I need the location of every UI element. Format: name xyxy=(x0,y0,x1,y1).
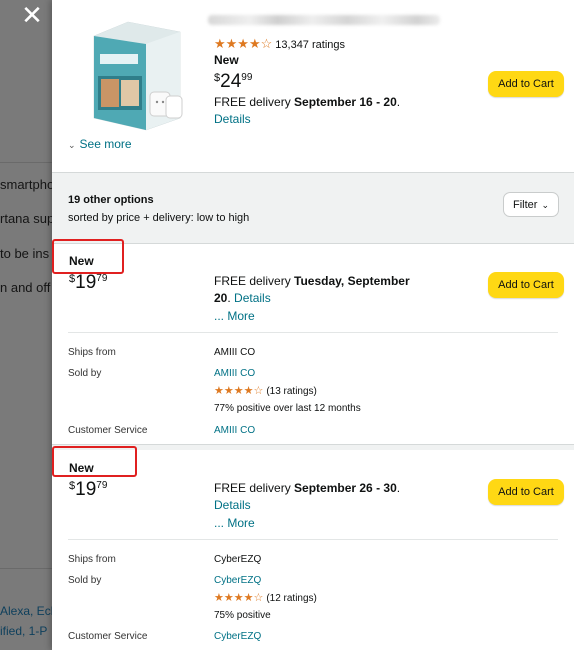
options-count: 19 other options xyxy=(68,194,154,206)
divider xyxy=(68,539,558,540)
delivery-suffix: . xyxy=(396,95,401,109)
offer-price: $1979 xyxy=(69,272,107,294)
close-icon[interactable]: ✕ xyxy=(20,2,44,28)
ships-from-value: CyberEZQ xyxy=(214,554,262,565)
delivery-prefix: FREE delivery xyxy=(214,274,295,288)
delivery-dates: Tuesday, September xyxy=(294,274,410,288)
star-rating-icon: ★★★★☆ xyxy=(214,385,264,397)
price-whole: 19 xyxy=(75,272,97,293)
offer-condition: New xyxy=(214,53,239,67)
background-text: smartpho xyxy=(0,177,55,192)
price-fraction: 79 xyxy=(96,480,108,491)
customer-service-link[interactable]: CyberEZQ xyxy=(214,631,261,642)
price-fraction: 99 xyxy=(241,72,253,83)
ships-from-value: AMIII CO xyxy=(214,347,256,358)
add-to-cart-button[interactable]: Add to Cart xyxy=(488,272,564,298)
filter-button[interactable]: Filter ⌄ xyxy=(503,192,559,217)
delivery-dates: 20 xyxy=(214,291,228,305)
background-text: to be ins xyxy=(0,246,50,261)
product-title-blurred xyxy=(208,15,440,25)
product-image[interactable] xyxy=(88,14,186,132)
star-rating-icon: ★★★★☆ xyxy=(214,36,273,51)
product-rating[interactable]: ★★★★☆ 13,347 ratings xyxy=(214,36,345,52)
details-link[interactable]: Details xyxy=(214,498,251,512)
options-sort-label: sorted by price + delivery: low to high xyxy=(68,212,250,224)
delivery-suffix: . xyxy=(396,481,401,495)
featured-offer: ⌄ See more ★★★★☆ 13,347 ratings New $2499 … xyxy=(52,0,574,172)
details-link[interactable]: Details xyxy=(234,291,271,305)
seller-positive: 75% positive xyxy=(214,610,271,621)
highlight-box xyxy=(52,446,137,477)
price-fraction: 79 xyxy=(96,273,108,284)
divider xyxy=(68,332,558,333)
seller-positive: 77% positive over last 12 months xyxy=(214,403,361,414)
more-label: ... More xyxy=(214,516,255,530)
filter-label: Filter xyxy=(513,199,538,211)
seller-rating[interactable]: ★★★★☆ (13 ratings) xyxy=(214,384,317,397)
see-more-link[interactable]: ⌄ See more xyxy=(68,137,132,151)
background-divider xyxy=(0,568,52,569)
price-currency: $ xyxy=(69,480,76,492)
add-to-cart-button[interactable]: Add to Cart xyxy=(488,71,564,97)
see-more-label: See more xyxy=(79,137,132,151)
background-link: ified, 1-P xyxy=(0,624,48,638)
delivery-prefix: FREE delivery xyxy=(214,481,295,495)
highlight-box xyxy=(52,239,124,274)
other-options-header xyxy=(52,172,574,244)
delivery-info: FREE delivery Tuesday, September xyxy=(214,274,410,288)
more-label: ... More xyxy=(214,309,255,323)
sold-by-link[interactable]: AMIII CO xyxy=(214,368,255,379)
ratings-count: 13,347 ratings xyxy=(275,39,345,51)
price-currency: $ xyxy=(69,273,76,285)
delivery-info: FREE delivery September 26 - 30. xyxy=(214,481,400,495)
add-to-cart-button[interactable]: Add to Cart xyxy=(488,479,564,505)
details-link[interactable]: Details xyxy=(214,112,251,126)
delivery-dates: September 26 - 30 xyxy=(294,481,397,495)
offer-price: $2499 xyxy=(214,71,252,93)
ships-from-label: Ships from xyxy=(68,554,116,565)
offer-price: $1979 xyxy=(69,479,107,501)
delivery-prefix: FREE delivery xyxy=(214,95,295,109)
delivery-dates: September 16 - 20 xyxy=(294,95,397,109)
price-whole: 19 xyxy=(75,479,97,500)
delivery-info-line2: 20. Details xyxy=(214,291,271,305)
more-link[interactable]: ... More xyxy=(214,309,255,323)
star-rating-icon: ★★★★☆ xyxy=(214,592,264,604)
customer-service-link[interactable]: AMIII CO xyxy=(214,425,255,436)
offers-panel: ⌄ See more ★★★★☆ 13,347 ratings New $2499 … xyxy=(52,0,574,650)
seller-ratings-count: (12 ratings) xyxy=(266,593,317,604)
sold-by-label: Sold by xyxy=(68,575,102,586)
delivery-info: FREE delivery September 16 - 20. xyxy=(214,95,400,109)
price-whole: 24 xyxy=(220,71,242,92)
background-link: Alexa, Ech xyxy=(0,604,58,618)
ships-from-label: Ships from xyxy=(68,347,116,358)
more-link[interactable]: ... More xyxy=(214,516,255,530)
seller-ratings-count: (13 ratings) xyxy=(266,386,317,397)
chevron-down-icon: ⌄ xyxy=(68,140,76,150)
customer-service-label: Customer Service xyxy=(68,631,148,642)
seller-rating[interactable]: ★★★★☆ (12 ratings) xyxy=(214,591,317,604)
sold-by-label: Sold by xyxy=(68,368,102,379)
customer-service-label: Customer Service xyxy=(68,425,148,436)
background-divider xyxy=(0,162,52,163)
price-currency: $ xyxy=(214,72,221,84)
sold-by-link[interactable]: CyberEZQ xyxy=(214,575,261,586)
chevron-down-icon: ⌄ xyxy=(541,200,549,210)
